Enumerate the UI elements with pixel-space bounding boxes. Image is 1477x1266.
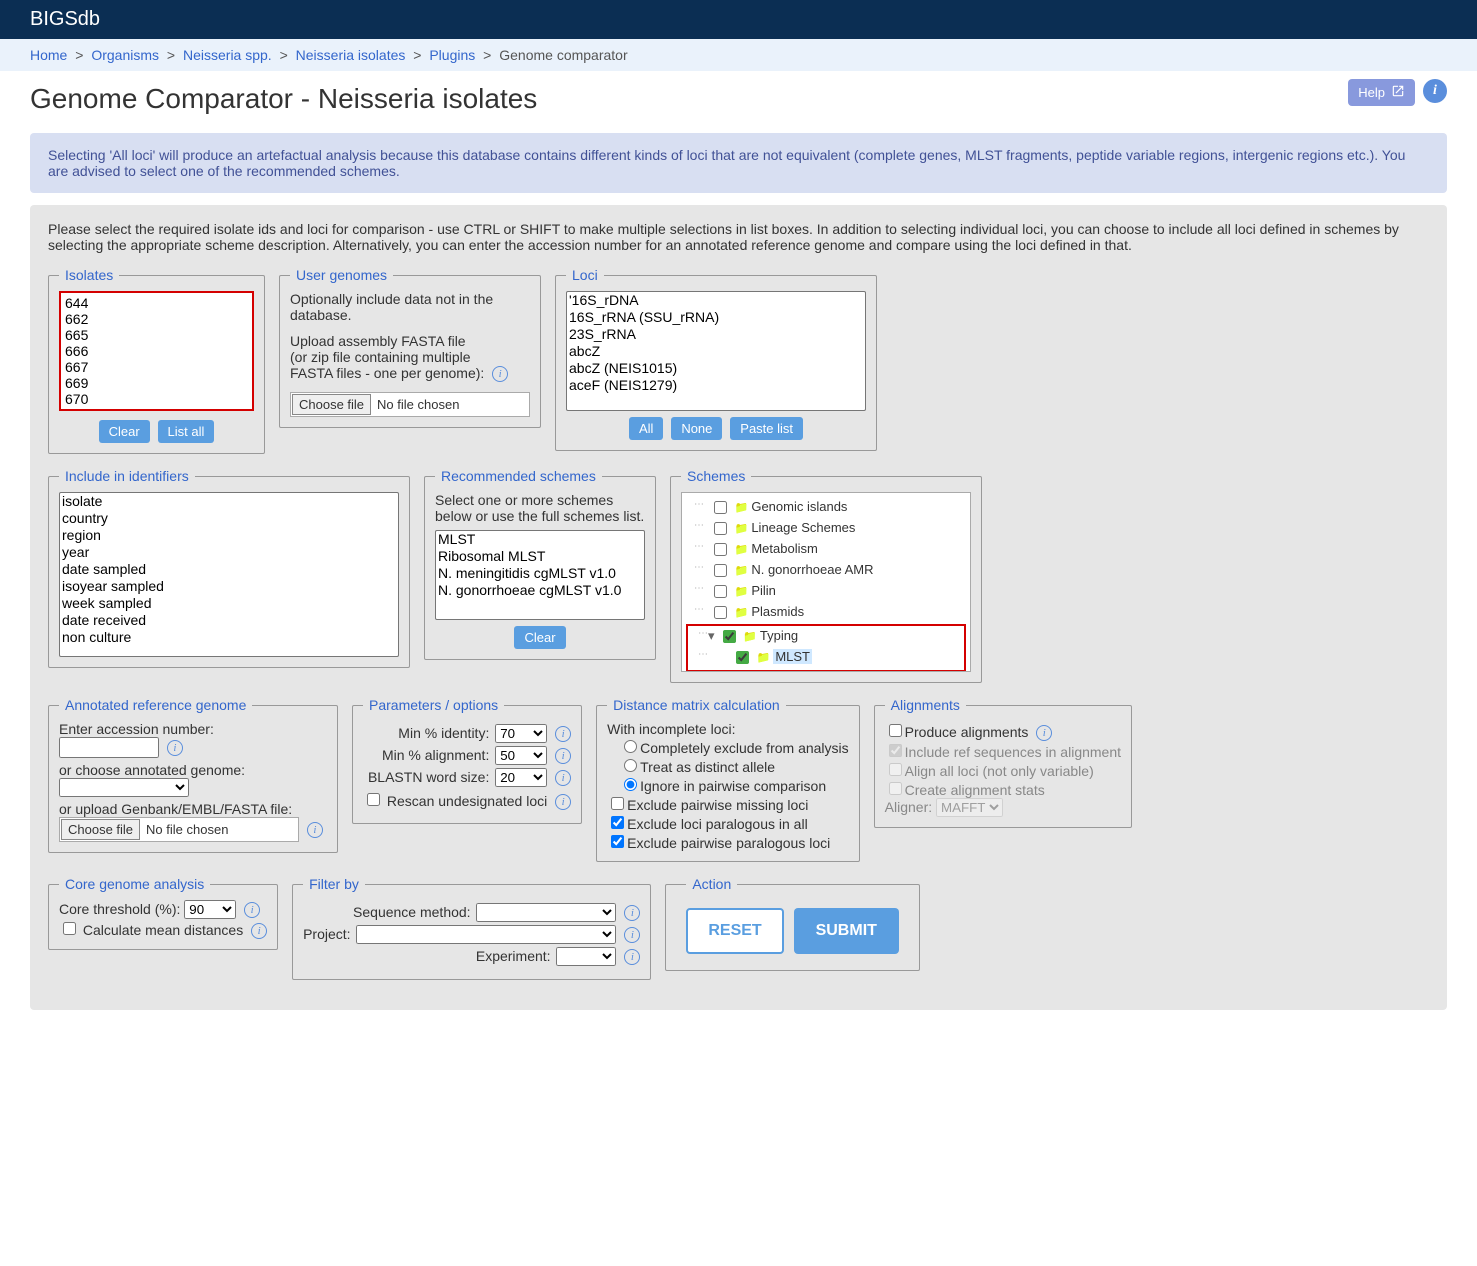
info-icon[interactable]: i <box>555 748 571 764</box>
info-icon[interactable]: i <box>1423 79 1447 103</box>
info-icon[interactable]: i <box>555 726 571 742</box>
accession-input[interactable] <box>59 737 159 758</box>
core-genome-fieldset: Core genome analysis Core threshold (%):… <box>48 876 278 950</box>
alignments-fieldset: Alignments Produce alignments i Include … <box>874 697 1132 828</box>
top-actions: Help i <box>1348 79 1447 106</box>
loci-fieldset: Loci '16S_rDNA16S_rRNA (SSU_rRNA)23S_rRN… <box>555 267 877 451</box>
main-panel: Please select the required isolate ids a… <box>30 205 1447 1010</box>
rec-clear-button[interactable]: Clear <box>514 626 565 649</box>
word-size-select[interactable]: 20 <box>495 768 547 787</box>
intro-text: Please select the required isolate ids a… <box>48 221 1429 253</box>
loci-none-button[interactable]: None <box>671 417 722 440</box>
annotated-genome-select[interactable] <box>59 778 189 797</box>
ref-file-input[interactable]: Choose file No file chosen <box>59 817 299 842</box>
seq-method-select[interactable] <box>476 903 616 922</box>
info-icon[interactable]: i <box>624 905 640 921</box>
ignore-radio[interactable] <box>624 778 637 791</box>
identifiers-fieldset: Include in identifiers isolatecountryreg… <box>48 468 410 668</box>
isolates-clear-button[interactable]: Clear <box>99 420 150 443</box>
info-icon[interactable]: i <box>251 923 267 939</box>
isolates-fieldset: Isolates Clear List all <box>48 267 265 454</box>
info-icon[interactable]: i <box>555 794 571 810</box>
user-genomes-fieldset: User genomes Optionally include data not… <box>279 267 541 428</box>
crumb-neisseria-spp[interactable]: Neisseria spp. <box>183 47 272 63</box>
typing-highlight: ▾ Typing MLST <box>686 624 966 672</box>
project-select[interactable] <box>356 925 616 944</box>
submit-button[interactable]: SUBMIT <box>794 908 899 954</box>
recommended-schemes-listbox[interactable]: MLSTRibosomal MLSTN. meningitidis cgMLST… <box>435 530 645 620</box>
experiment-select[interactable] <box>556 947 616 966</box>
calc-mean-checkbox[interactable] <box>63 922 76 935</box>
page-title: Genome Comparator - Neisseria isolates <box>30 83 1447 115</box>
loci-listbox[interactable]: '16S_rDNA16S_rRNA (SSU_rRNA)23S_rRNAabcZ… <box>566 291 866 411</box>
isolates-textarea[interactable] <box>59 291 254 411</box>
produce-alignments-checkbox[interactable] <box>889 724 902 737</box>
action-fieldset: Action RESET SUBMIT <box>665 876 920 971</box>
min-alignment-select[interactable]: 50 <box>495 746 547 765</box>
crumb-isolates[interactable]: Neisseria isolates <box>296 47 406 63</box>
core-threshold-select[interactable]: 90 <box>184 900 236 919</box>
parameters-fieldset: Parameters / options Min % identity: 70 … <box>352 697 582 824</box>
excl-pairwise-paralogous-checkbox[interactable] <box>611 835 624 848</box>
filter-fieldset: Filter by Sequence method: i Project: i … <box>292 876 651 980</box>
crumb-organisms[interactable]: Organisms <box>91 47 159 63</box>
rescan-checkbox[interactable] <box>367 793 380 806</box>
crumb-plugins[interactable]: Plugins <box>429 47 475 63</box>
exclude-radio[interactable] <box>624 740 637 753</box>
crumb-home[interactable]: Home <box>30 47 67 63</box>
excl-missing-checkbox[interactable] <box>611 797 624 810</box>
min-identity-select[interactable]: 70 <box>495 724 547 743</box>
identifiers-listbox[interactable]: isolatecountryregionyeardate sampledisoy… <box>59 492 399 657</box>
reset-button[interactable]: RESET <box>686 908 783 954</box>
include-ref-checkbox <box>889 744 902 757</box>
help-button[interactable]: Help <box>1348 79 1415 106</box>
schemes-tree[interactable]: Genomic islands Lineage Schemes Metaboli… <box>681 492 971 672</box>
user-genomes-file-input[interactable]: Choose file No file chosen <box>290 392 530 417</box>
info-icon[interactable]: i <box>624 949 640 965</box>
schemes-fieldset: Schemes Genomic islands Lineage Schemes … <box>670 468 982 683</box>
navbar: BIGSdb <box>0 0 1477 39</box>
isolates-listall-button[interactable]: List all <box>158 420 215 443</box>
external-link-icon <box>1391 84 1405 101</box>
alignment-stats-checkbox <box>889 782 902 795</box>
breadcrumb: Home > Organisms > Neisseria spp. > Neis… <box>0 39 1477 71</box>
info-icon[interactable]: i <box>555 770 571 786</box>
excl-paralogous-all-checkbox[interactable] <box>611 816 624 829</box>
info-icon[interactable]: i <box>1036 725 1052 741</box>
recommended-schemes-fieldset: Recommended schemes Select one or more s… <box>424 468 656 660</box>
distinct-radio[interactable] <box>624 759 637 772</box>
info-icon[interactable]: i <box>244 902 260 918</box>
align-all-checkbox <box>889 763 902 776</box>
warning-box: Selecting 'All loci' will produce an art… <box>30 133 1447 193</box>
aligner-select: MAFFT <box>936 798 1003 817</box>
brand: BIGSdb <box>30 8 100 30</box>
info-icon[interactable]: i <box>307 822 323 838</box>
distance-fieldset: Distance matrix calculation With incompl… <box>596 697 860 862</box>
crumb-current: Genome comparator <box>499 47 627 63</box>
info-icon[interactable]: i <box>167 740 183 756</box>
annotated-ref-fieldset: Annotated reference genome Enter accessi… <box>48 697 338 853</box>
info-icon[interactable]: i <box>492 366 508 382</box>
info-icon[interactable]: i <box>624 927 640 943</box>
loci-all-button[interactable]: All <box>629 417 663 440</box>
loci-paste-button[interactable]: Paste list <box>730 417 803 440</box>
